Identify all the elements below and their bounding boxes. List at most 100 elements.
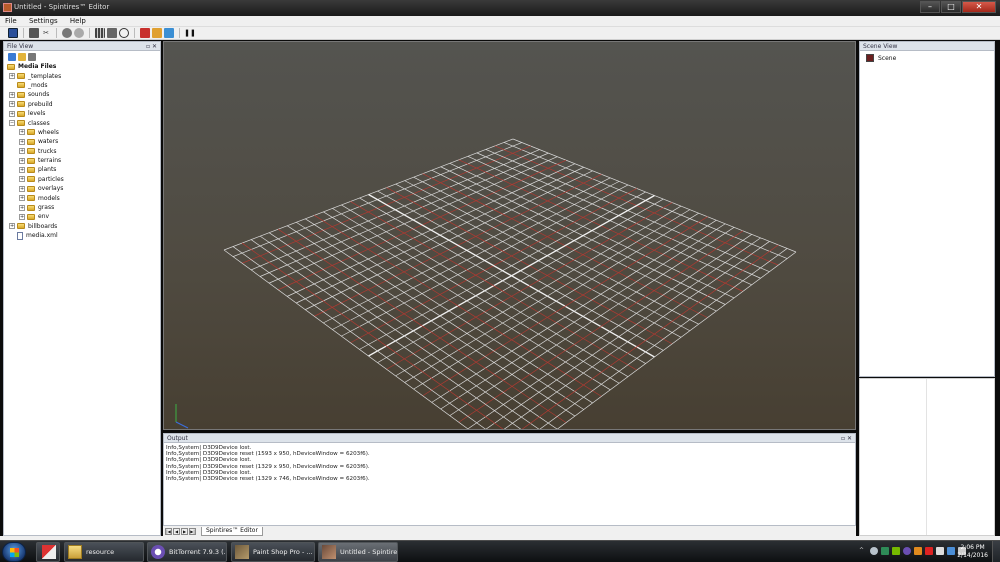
document-tab[interactable]: Spintires™ Editor: [201, 526, 263, 536]
close-button[interactable]: ✕: [962, 1, 996, 13]
tree-item[interactable]: _mods: [4, 81, 160, 90]
last-tab-button[interactable]: ▶|: [189, 527, 196, 535]
expand-icon[interactable]: +: [9, 73, 15, 80]
menu-file[interactable]: File: [0, 16, 22, 26]
tree-item[interactable]: + _templates: [4, 71, 160, 80]
refresh-icon[interactable]: [8, 52, 16, 61]
tree-root[interactable]: Media Files: [4, 62, 160, 71]
expand-icon[interactable]: +: [19, 138, 25, 145]
expand-icon[interactable]: +: [19, 157, 25, 164]
tree-item[interactable]: + levels: [4, 109, 160, 118]
steam-icon[interactable]: [870, 547, 878, 555]
nvidia-icon[interactable]: [892, 547, 900, 555]
expand-icon[interactable]: +: [9, 110, 15, 117]
tree-item[interactable]: + prebuild: [4, 100, 160, 109]
expand-icon[interactable]: +: [19, 213, 25, 220]
output-header: Output ▫ ✕: [164, 434, 855, 443]
tree-item[interactable]: + sounds: [4, 90, 160, 99]
expand-icon[interactable]: +: [19, 166, 25, 173]
pause-icon[interactable]: ❚❚: [184, 28, 196, 38]
tree-item[interactable]: media.xml: [4, 231, 160, 240]
tree-item[interactable]: − classes: [4, 118, 160, 127]
maximize-button[interactable]: □: [941, 1, 961, 13]
taskbar-app-spintires[interactable]: Untitled - Spintire...: [318, 542, 398, 562]
tray-expand-icon[interactable]: ^: [859, 547, 867, 555]
scene-view-header: Scene View: [860, 42, 994, 51]
taskbar-app-paintshop[interactable]: Paint Shop Pro - ...: [231, 542, 315, 562]
3d-viewport[interactable]: [163, 41, 856, 430]
bittorrent-tray-icon[interactable]: [903, 547, 911, 555]
taskbar-app-bittorrent[interactable]: BitTorrent 7.9.3 (...: [147, 542, 227, 562]
collapse-icon[interactable]: −: [9, 120, 15, 127]
menu-settings[interactable]: Settings: [24, 16, 63, 26]
panel-controls[interactable]: ▫ ✕: [146, 42, 157, 51]
first-tab-button[interactable]: |◀: [165, 527, 172, 535]
layers-icon[interactable]: [107, 28, 117, 38]
expand-icon[interactable]: +: [19, 185, 25, 192]
tree-item[interactable]: + grass: [4, 203, 160, 212]
next-tab-button[interactable]: ▶: [181, 527, 188, 535]
pinned-app[interactable]: [36, 542, 60, 562]
network-icon[interactable]: [947, 547, 955, 555]
column-divider: [926, 379, 927, 535]
clock-icon[interactable]: [119, 28, 129, 38]
cut-icon[interactable]: ✂: [41, 28, 51, 38]
open-icon[interactable]: [29, 28, 39, 38]
tree-item[interactable]: + terrains: [4, 156, 160, 165]
tree-item-label: media.xml: [26, 232, 58, 240]
expand-icon[interactable]: +: [19, 129, 25, 136]
road-icon[interactable]: [74, 28, 84, 38]
taskbar: resource BitTorrent 7.9.3 (... Paint Sho…: [0, 540, 1000, 562]
terrain-grid: [175, 138, 797, 429]
prev-tab-button[interactable]: ◀: [173, 527, 180, 535]
menu-help[interactable]: Help: [65, 16, 91, 26]
expand-icon[interactable]: +: [19, 176, 25, 183]
tray-app-icon[interactable]: [925, 547, 933, 555]
toolbar-separator: [23, 28, 24, 38]
tree-item[interactable]: + plants: [4, 165, 160, 174]
tree-item[interactable]: + models: [4, 193, 160, 202]
start-button[interactable]: [2, 542, 26, 562]
tree-item[interactable]: + overlays: [4, 184, 160, 193]
terrain-icon[interactable]: [152, 28, 162, 38]
tools-icon[interactable]: [140, 28, 150, 38]
tree-item[interactable]: + billboards: [4, 222, 160, 231]
tray-app-icon[interactable]: [914, 547, 922, 555]
action-center-icon[interactable]: [936, 547, 944, 555]
panel-controls[interactable]: ▫ ✕: [841, 434, 852, 443]
folder-icon: [17, 120, 25, 127]
tree-root-label: Media Files: [18, 63, 57, 71]
folder-icon: [27, 148, 35, 155]
tree-item[interactable]: + waters: [4, 137, 160, 146]
window-titlebar[interactable]: Untitled - Spintires™ Editor – □ ✕: [0, 0, 1000, 16]
toolbar-separator: [56, 28, 57, 38]
output-line: Info,System| D3D9Device reset (1329 x 74…: [166, 476, 370, 483]
open-folder-icon[interactable]: [18, 52, 26, 61]
settings-icon[interactable]: [28, 52, 36, 61]
save-icon[interactable]: [8, 28, 18, 38]
minimize-button[interactable]: –: [920, 1, 940, 13]
tree-item[interactable]: + wheels: [4, 128, 160, 137]
clock[interactable]: 2:06 PM 2/14/2016: [957, 544, 988, 560]
tree-item[interactable]: + particles: [4, 175, 160, 184]
brush-icon[interactable]: [62, 28, 72, 38]
tree-item[interactable]: + trucks: [4, 147, 160, 156]
tree-item[interactable]: + env: [4, 212, 160, 221]
network-monitor-icon[interactable]: [881, 547, 889, 555]
books-icon[interactable]: [95, 28, 105, 38]
expand-icon[interactable]: +: [19, 204, 25, 211]
toolbar-separator: [179, 28, 180, 38]
expand-icon[interactable]: +: [9, 223, 15, 230]
show-desktop-button[interactable]: [992, 541, 1000, 562]
copy-icon[interactable]: [164, 28, 174, 38]
taskbar-app-explorer[interactable]: resource: [64, 542, 144, 562]
scene-tree-item[interactable]: Scene: [860, 53, 994, 63]
expand-icon[interactable]: +: [9, 91, 15, 98]
folder-icon: [27, 166, 35, 173]
folder-icon: [27, 213, 35, 220]
expand-icon[interactable]: +: [9, 101, 15, 108]
folder-icon: [27, 185, 35, 192]
expand-icon[interactable]: +: [19, 195, 25, 202]
expand-icon[interactable]: +: [19, 148, 25, 155]
tree-item-label: particles: [38, 175, 64, 183]
